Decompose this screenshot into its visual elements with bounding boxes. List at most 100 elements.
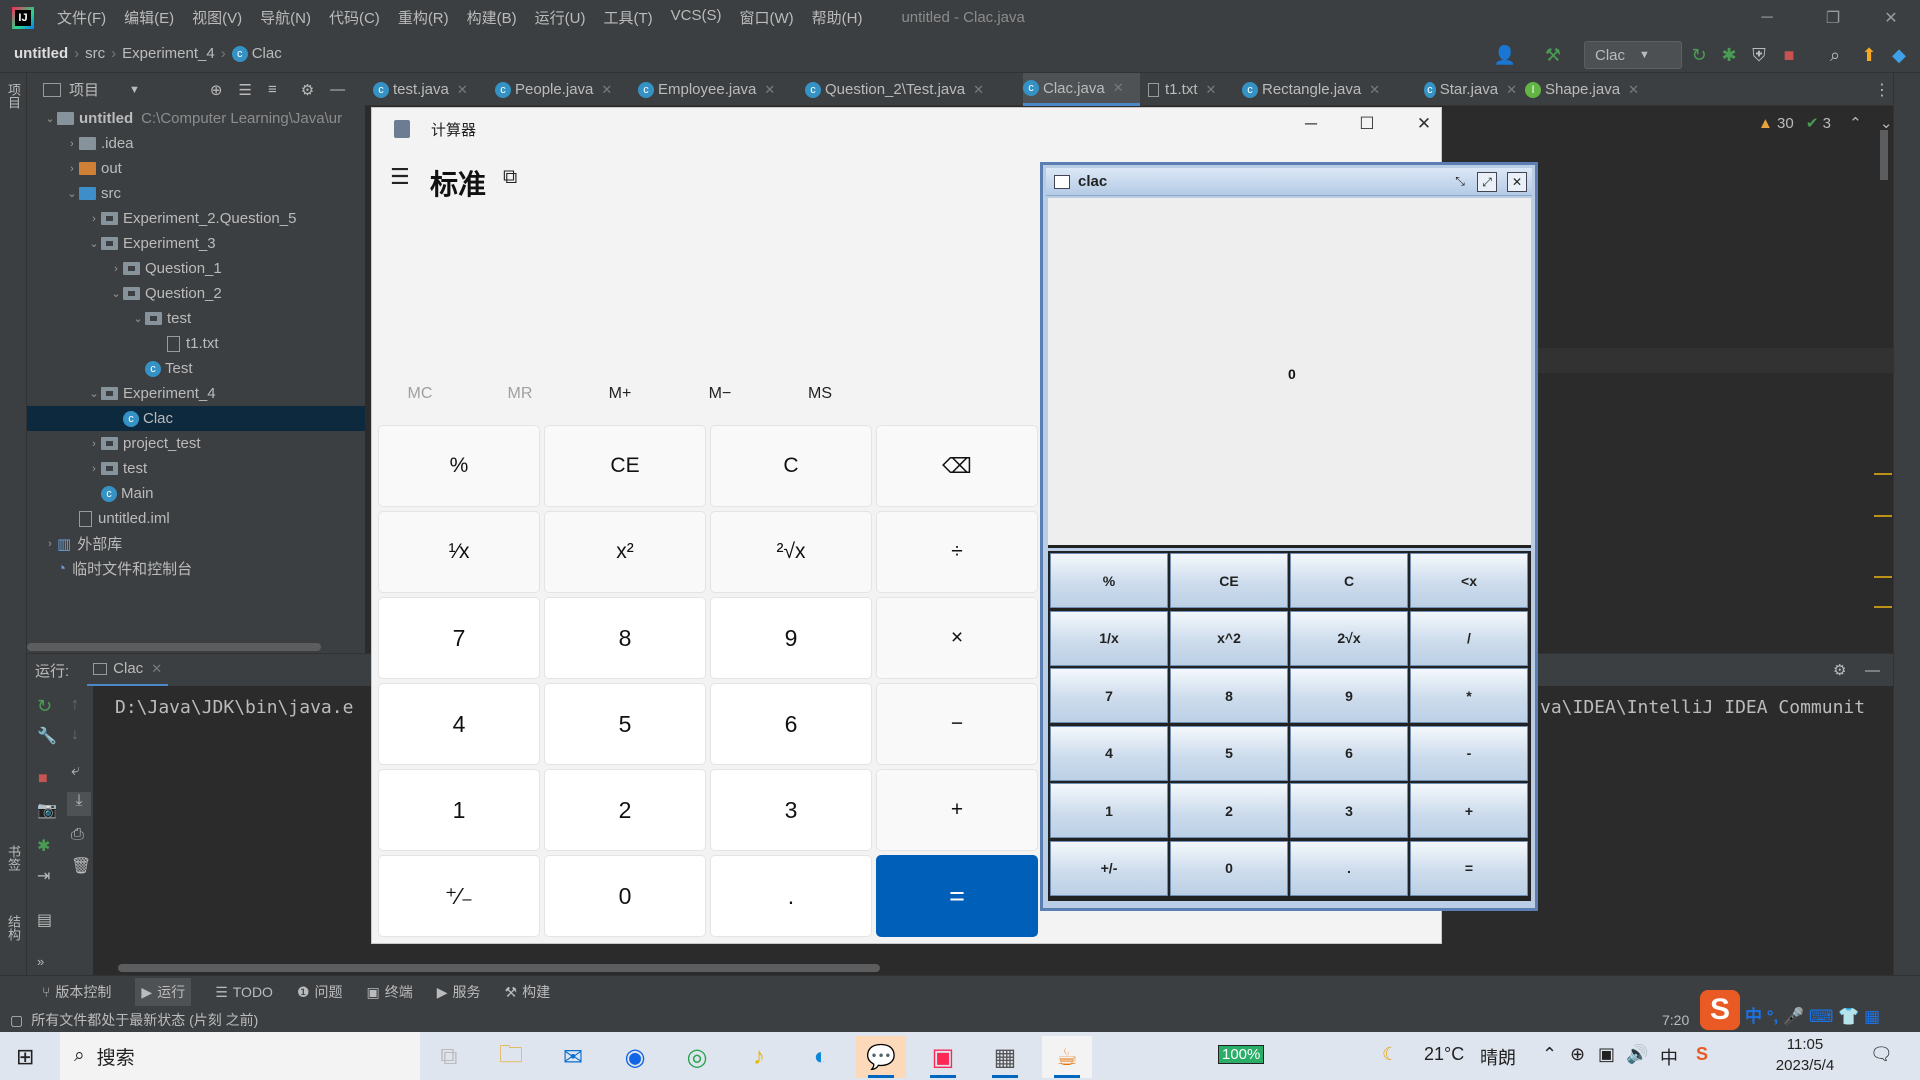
memory-button[interactable]: MR	[480, 385, 560, 403]
edge-icon[interactable]: ◐	[796, 1036, 846, 1078]
menu-item[interactable]: 视图(V)	[183, 7, 251, 28]
memory-button[interactable]: M+	[580, 385, 660, 403]
tree-item[interactable]: untitled.iml	[27, 506, 365, 531]
java-calc-key[interactable]: 8	[1170, 668, 1288, 723]
menu-item[interactable]: 构建(B)	[458, 7, 526, 28]
calc-key[interactable]: ¹⁄x	[378, 511, 540, 593]
tree-item[interactable]: t1.txt	[27, 331, 365, 356]
tray-app-icon[interactable]: ▣	[1598, 1044, 1615, 1065]
weather-text[interactable]: 晴朗	[1480, 1044, 1516, 1070]
intellij-icon[interactable]: ▣	[918, 1036, 968, 1078]
hamburger-menu-icon[interactable]: ☰	[390, 164, 410, 190]
java-calc-key[interactable]: 9	[1290, 668, 1408, 723]
breadcrumb-class[interactable]: c Clac	[226, 45, 288, 63]
menu-item[interactable]: 工具(T)	[594, 7, 661, 28]
collapse-all-icon[interactable]: ≡	[268, 81, 277, 98]
java-calc-key[interactable]: <x	[1410, 553, 1528, 608]
tree-item[interactable]: › project_test	[27, 431, 365, 456]
ime-indicator[interactable]: 中	[1660, 1044, 1678, 1070]
editor-tab[interactable]: c Rectangle.java ✕	[1242, 73, 1414, 106]
chevron-right-icon[interactable]: ›	[87, 438, 101, 450]
wrench-icon[interactable]: 🔧	[37, 726, 57, 746]
stripe-project[interactable]: 项目	[4, 83, 23, 109]
chevron-right-icon[interactable]: ›	[43, 538, 57, 550]
close-tab-icon[interactable]: ✕	[457, 82, 468, 98]
menu-item[interactable]: 文件(F)	[48, 7, 115, 28]
sogou-tray-icon[interactable]: S	[1696, 1044, 1708, 1065]
calc-key[interactable]: ×	[876, 597, 1038, 679]
calc-key[interactable]: .	[710, 855, 872, 937]
console-horizontal-scrollbar[interactable]	[118, 964, 880, 972]
menu-item[interactable]: 窗口(W)	[730, 7, 802, 28]
update-icon[interactable]: ⬆	[1856, 42, 1882, 68]
java-calc-key[interactable]: .	[1290, 840, 1408, 896]
down-arrow-icon[interactable]: ↓	[71, 726, 79, 744]
sogou-ime-icon[interactable]: S	[1700, 990, 1740, 1030]
gear-icon[interactable]: ⚙	[1833, 661, 1846, 679]
menu-item[interactable]: 重构(R)	[389, 7, 458, 28]
editor-tab[interactable]: c Question_2\Test.java ✕	[805, 73, 1015, 106]
close-tab-icon[interactable]: ✕	[151, 661, 162, 677]
java-calc-key[interactable]: 5	[1170, 725, 1288, 781]
chevron-right-icon[interactable]: ›	[87, 463, 101, 475]
calc-key[interactable]: 2	[544, 769, 706, 851]
more-tabs-icon[interactable]: ⋮	[1874, 80, 1890, 100]
tree-item[interactable]: c Test	[27, 356, 365, 381]
java-calc-key[interactable]: 2√x	[1290, 610, 1408, 666]
memory-button[interactable]: M−	[680, 385, 760, 403]
locate-icon[interactable]: ⊕	[210, 81, 223, 99]
java-calc-key[interactable]: 0	[1170, 840, 1288, 896]
rerun-icon[interactable]: ↻	[37, 696, 52, 717]
calc-key[interactable]: ⁺⁄₋	[378, 855, 540, 937]
java-icon[interactable]: ☕	[1042, 1036, 1092, 1078]
calc-key[interactable]: 0	[544, 855, 706, 937]
calc-key[interactable]: =	[876, 855, 1038, 937]
tree-item[interactable]: › Question_1	[27, 256, 365, 281]
hide-panel-icon[interactable]: —	[330, 81, 345, 98]
tree-item[interactable]: ⌄ Experiment_3	[27, 231, 365, 256]
jetbrains-toolbox-icon[interactable]: ◆	[1886, 42, 1912, 68]
editor-tab[interactable]: c People.java ✕	[495, 73, 630, 106]
run-config-select[interactable]: Clac ▼	[1584, 41, 1682, 69]
calc-key[interactable]: 1	[378, 769, 540, 851]
close-icon[interactable]: ✕	[1404, 114, 1444, 138]
tool-version-control[interactable]: ⑂ 版本控制	[42, 982, 111, 1002]
debug-bug-icon[interactable]: ✱	[1716, 42, 1742, 68]
tree-item[interactable]: ⌄ test	[27, 306, 365, 331]
java-calc-key[interactable]: 7	[1050, 668, 1168, 723]
warning-marker[interactable]	[1874, 473, 1892, 475]
chevron-down-icon[interactable]: ⌄	[43, 112, 57, 125]
task-view-icon[interactable]: ⧉	[424, 1036, 474, 1078]
layout-icon[interactable]: ▤	[37, 910, 52, 930]
menu-item[interactable]: VCS(S)	[662, 7, 731, 28]
exit-icon[interactable]: ⇥	[37, 866, 50, 886]
calc-key[interactable]: %	[378, 425, 540, 507]
maximize-icon[interactable]: ☐	[1347, 114, 1387, 138]
java-calc-key[interactable]: 2	[1170, 783, 1288, 838]
editor-tab[interactable]: c Clac.java ✕	[1023, 73, 1140, 106]
calc-key[interactable]: CE	[544, 425, 706, 507]
file-explorer-icon[interactable]: 🗀	[486, 1036, 536, 1078]
tree-horizontal-scrollbar[interactable]	[27, 643, 321, 651]
rerun-icon[interactable]: ↻	[1686, 42, 1712, 68]
speaker-icon[interactable]: 🔊	[1626, 1044, 1648, 1065]
stripe-structure[interactable]: 结构	[4, 915, 23, 941]
menu-item[interactable]: 代码(C)	[320, 7, 389, 28]
menu-item[interactable]: 帮助(H)	[803, 7, 872, 28]
chevron-right-icon[interactable]: ›	[65, 138, 79, 150]
debug-icon[interactable]: ✱	[37, 836, 50, 856]
tree-item[interactable]: c Clac	[27, 406, 365, 431]
user-icon[interactable]: 👤	[1492, 42, 1518, 68]
tree-item[interactable]: › ▥ 外部库	[27, 531, 365, 556]
close-tab-icon[interactable]: ✕	[601, 82, 612, 98]
intellij-logo-icon[interactable]: IJ	[12, 6, 34, 29]
tree-item[interactable]: ◔ 临时文件和控制台	[27, 556, 365, 581]
java-calc-key[interactable]: +/-	[1050, 840, 1168, 896]
editor-tab[interactable]: c test.java ✕	[373, 73, 487, 106]
java-calc-key[interactable]: =	[1410, 840, 1528, 896]
calc-key[interactable]: 7	[378, 597, 540, 679]
minimize-icon[interactable]: ─	[1291, 114, 1331, 138]
stripe-bookmarks[interactable]: 书签	[4, 845, 23, 871]
scroll-to-end-icon[interactable]: ⤓	[67, 792, 91, 816]
editor-tab[interactable]: t1.txt ✕	[1148, 73, 1234, 106]
